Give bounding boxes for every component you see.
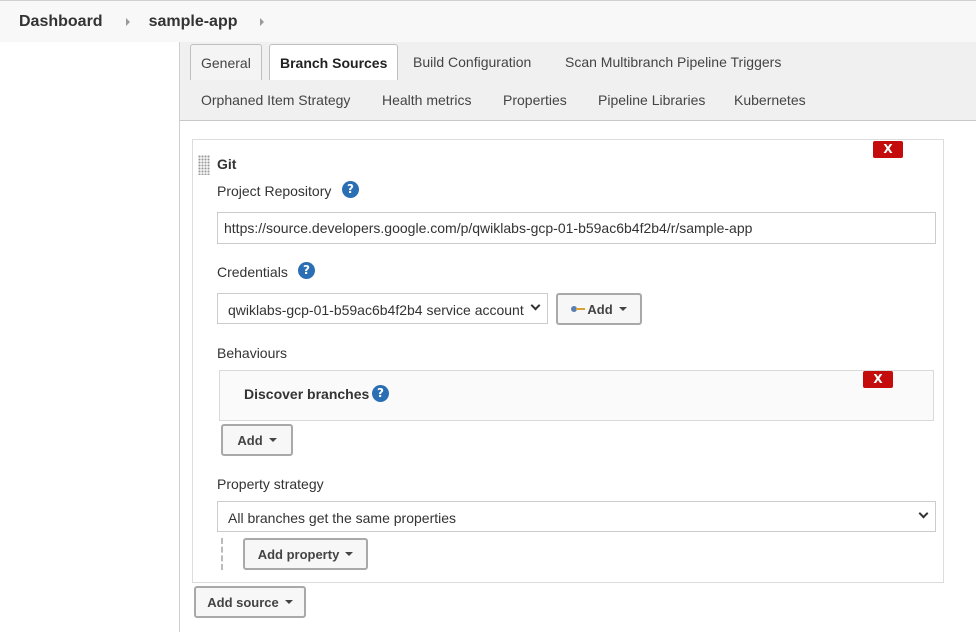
property-strategy-select[interactable]: All branches get the same properties	[217, 501, 936, 532]
caret-down-icon	[268, 438, 277, 442]
add-property-label: Add property	[257, 546, 340, 562]
tab-general[interactable]: General	[190, 44, 262, 80]
caret-down-icon	[284, 600, 293, 604]
add-property-button[interactable]: Add property	[243, 538, 368, 570]
config-tabbar: General Branch Sources Build Configurati…	[180, 42, 976, 121]
caret-down-icon	[618, 307, 627, 311]
behaviours-label: Behaviours	[217, 345, 288, 361]
add-behaviour-button[interactable]: Add	[221, 424, 293, 456]
add-source-button[interactable]: Add source	[194, 586, 306, 618]
nesting-indicator	[221, 538, 223, 570]
breadcrumb-dashboard[interactable]: Dashboard	[19, 13, 103, 31]
drag-handle-icon[interactable]	[198, 155, 210, 175]
property-strategy-selected-value: All branches get the same properties	[228, 510, 457, 526]
delete-behaviour-button[interactable]: X	[863, 371, 893, 388]
breadcrumb: Dashboard sample-app	[0, 0, 976, 42]
tab-scan-multibranch-pipeline-triggers[interactable]: Scan Multibranch Pipeline Triggers	[565, 44, 781, 80]
project-repository-input[interactable]	[217, 212, 936, 244]
tab-branch-sources[interactable]: Branch Sources	[269, 44, 399, 80]
credentials-select[interactable]: qwiklabs-gcp-01-b59ac6b4f2b4 service acc…	[217, 293, 548, 324]
source-title: Git	[217, 156, 237, 172]
add-source-label: Add source	[207, 594, 279, 610]
tab-properties[interactable]: Properties	[503, 82, 567, 118]
help-icon[interactable]: ?	[372, 385, 389, 402]
discover-branches-label: Discover branches	[244, 386, 370, 402]
chevron-right-icon[interactable]	[259, 17, 264, 26]
property-strategy-label: Property strategy	[217, 476, 324, 492]
tab-build-configuration[interactable]: Build Configuration	[413, 44, 531, 80]
help-icon[interactable]: ?	[298, 262, 315, 279]
chevron-right-icon	[125, 17, 130, 26]
credentials-add-button[interactable]: Add	[556, 293, 642, 325]
add-behaviour-label: Add	[237, 432, 263, 448]
tab-kubernetes[interactable]: Kubernetes	[734, 82, 806, 118]
tab-health-metrics[interactable]: Health metrics	[382, 82, 471, 118]
project-repository-label: Project Repository	[217, 183, 332, 199]
tab-orphaned-item-strategy[interactable]: Orphaned Item Strategy	[201, 82, 350, 118]
credentials-add-label: Add	[587, 301, 613, 317]
caret-down-icon	[345, 552, 354, 556]
credentials-label: Credentials	[217, 264, 288, 280]
help-icon[interactable]: ?	[342, 181, 359, 198]
delete-source-button[interactable]: X	[873, 141, 903, 158]
credentials-selected-value: qwiklabs-gcp-01-b59ac6b4f2b4 service acc…	[228, 302, 524, 318]
breadcrumb-sample-app[interactable]: sample-app	[149, 13, 238, 31]
tab-pipeline-libraries[interactable]: Pipeline Libraries	[598, 82, 705, 118]
key-icon	[571, 305, 586, 313]
